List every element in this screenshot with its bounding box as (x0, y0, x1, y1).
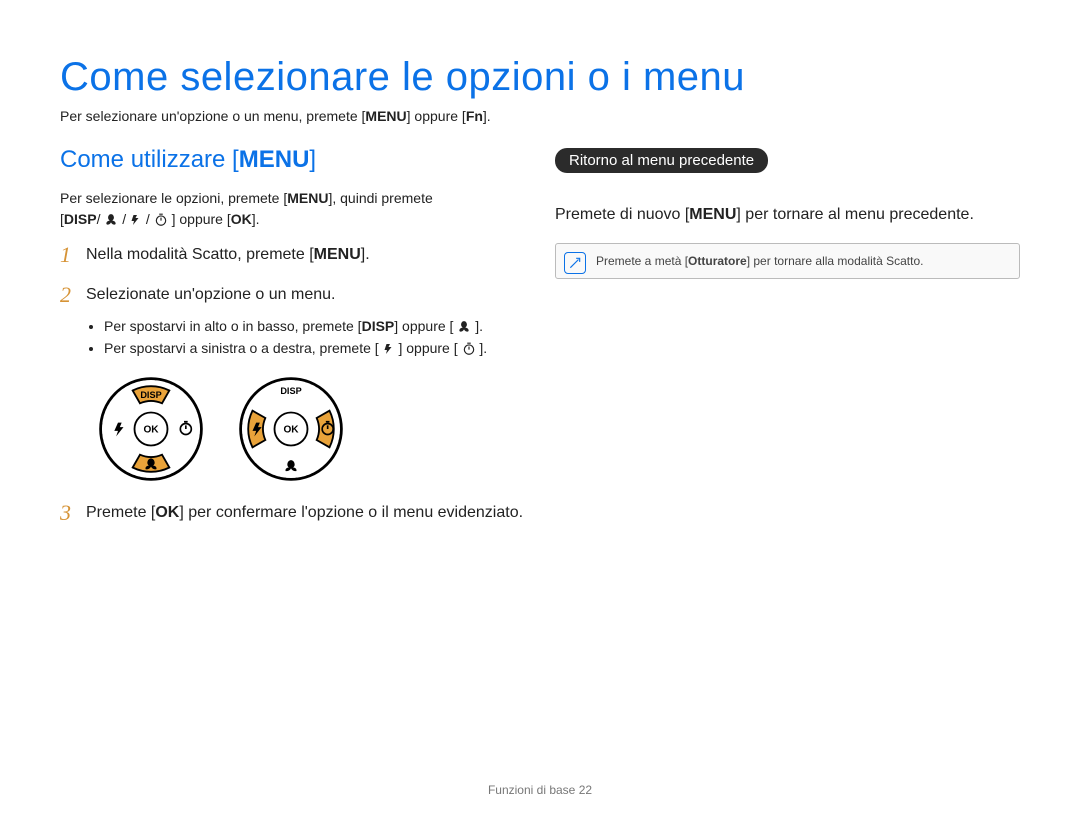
step-number: 2 (60, 280, 71, 311)
text: ]. (479, 340, 487, 356)
right-column: Ritorno al menu precedente Premete di nu… (555, 146, 1020, 542)
timer-icon (154, 213, 168, 227)
shutter-bold: Otturatore (688, 254, 747, 268)
text: Selezionate un'opzione o un menu. (86, 286, 335, 303)
page-footer: Funzioni di base 22 (0, 783, 1080, 797)
fn-keycap: Fn (466, 108, 483, 124)
text: Per spostarvi a sinistra o a destra, pre… (104, 340, 379, 356)
flash-icon (130, 213, 142, 227)
text: ] oppure [ (407, 108, 466, 124)
text: ] per tornare al menu precedente. (736, 206, 973, 223)
step-1: 1 Nella modalità Scatto, premete [MENU]. (60, 244, 525, 266)
text: ] oppure [ (398, 340, 457, 356)
section-description: Per selezionare le opzioni, premete [MEN… (60, 188, 525, 230)
note-box: Premete a metà [Otturatore] per tornare … (555, 243, 1020, 279)
footer-section: Funzioni di base (488, 783, 579, 797)
menu-keycap: MENU (314, 246, 361, 263)
text: / (146, 211, 150, 227)
disp-keycap: DISP (64, 211, 97, 227)
steps-list: 1 Nella modalità Scatto, premete [MENU].… (60, 244, 525, 524)
text: ] per tornare alla modalità Scatto. (747, 254, 924, 268)
subsection-pill: Ritorno al menu precedente (555, 148, 768, 173)
text: ] (309, 146, 316, 173)
text: ], quindi premete (328, 190, 432, 206)
disp-label: DISP (280, 386, 301, 396)
text: ]. (252, 211, 260, 227)
text: Premete [ (86, 504, 155, 521)
note-icon (564, 252, 586, 274)
menu-keycap: MENU (365, 108, 406, 124)
step-2: 2 Selezionate un'opzione o un menu. Per … (60, 284, 525, 483)
text: ]. (361, 246, 370, 263)
ok-keycap: OK (155, 504, 179, 521)
manual-page: Come selezionare le opzioni o i menu Per… (0, 0, 1080, 815)
text: Per selezionare le opzioni, premete [ (60, 190, 287, 206)
text: ]. (483, 108, 491, 124)
macro-icon (104, 213, 118, 227)
ok-label: OK (283, 424, 299, 435)
text: Nella modalità Scatto, premete [ (86, 246, 314, 263)
text: ] oppure [ (172, 211, 231, 227)
text: ]. (475, 318, 483, 334)
section-heading: Come utilizzare [MENU] (60, 146, 525, 174)
disp-label: DISP (140, 389, 161, 399)
ok-label: OK (143, 424, 159, 435)
dial-illustrations: DISP OK (96, 374, 525, 484)
intro-line: Per selezionare un'opzione o un menu, pr… (60, 108, 1020, 124)
menu-keycap: MENU (239, 146, 310, 173)
list-item: Per spostarvi a sinistra o a destra, pre… (104, 337, 525, 359)
step-number: 3 (60, 498, 71, 529)
two-column-layout: Come utilizzare [MENU] Per selezionare l… (60, 146, 1020, 542)
step-number: 1 (60, 240, 71, 271)
dpad-dial-horizontal: DISP OK (236, 374, 346, 484)
dpad-dial-vertical: DISP OK (96, 374, 206, 484)
step-3: 3 Premete [OK] per confermare l'opzione … (60, 502, 525, 524)
text: Premete di nuovo [ (555, 206, 689, 223)
page-number: 22 (579, 783, 592, 797)
list-item: Per spostarvi in alto o in basso, premet… (104, 315, 525, 337)
step-2-substeps: Per spostarvi in alto o in basso, premet… (86, 315, 525, 360)
text: ] per confermare l'opzione o il menu evi… (179, 504, 523, 521)
left-column: Come utilizzare [MENU] Per selezionare l… (60, 146, 525, 542)
text: Per spostarvi in alto o in basso, premet… (104, 318, 362, 334)
page-title: Come selezionare le opzioni o i menu (60, 55, 1020, 100)
menu-keycap: MENU (287, 190, 328, 206)
text: Come utilizzare [ (60, 146, 239, 173)
disp-keycap: DISP (362, 318, 395, 334)
macro-icon (457, 320, 471, 334)
text: / (122, 211, 126, 227)
text: ] oppure [ (394, 318, 453, 334)
timer-icon (462, 342, 476, 356)
text: Per selezionare un'opzione o un menu, pr… (60, 108, 365, 124)
flash-icon (383, 342, 395, 356)
ok-keycap: OK (231, 211, 252, 227)
text: Premete a metà [ (596, 254, 688, 268)
return-instruction: Premete di nuovo [MENU] per tornare al m… (555, 203, 1020, 227)
menu-keycap: MENU (689, 206, 736, 223)
text: / (97, 211, 101, 227)
